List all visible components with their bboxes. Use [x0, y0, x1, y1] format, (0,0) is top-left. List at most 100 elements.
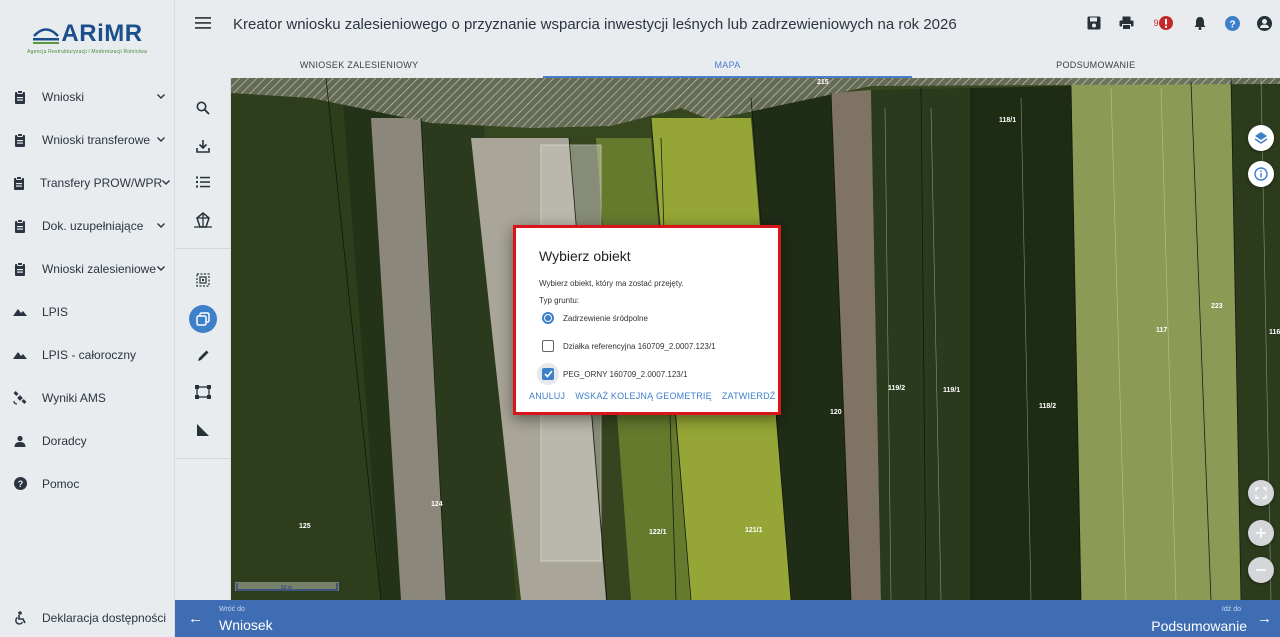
- option-label: Zadrzewienie śródpolne: [563, 313, 648, 323]
- map-toolbar: [175, 78, 231, 600]
- info-button[interactable]: [1248, 161, 1274, 187]
- arimr-logo[interactable]: ARiMR Agencja Restrukturyzacji i Moderni…: [0, 0, 174, 75]
- sidebar-item-label: LPIS - całoroczny: [42, 347, 137, 362]
- mountain-icon: [13, 348, 27, 362]
- clipboard-icon: [13, 218, 27, 233]
- wizard-navigation-bar: ← Wróć do Wniosek Idź do Podsumowanie →: [175, 600, 1280, 637]
- parcel-icon[interactable]: [193, 210, 213, 230]
- sidebar-item-dok-uzupelniajace[interactable]: Dok. uzupełniające: [0, 204, 174, 247]
- top-header: Kreator wniosku zalesieniowego o przyzna…: [175, 0, 1280, 52]
- parcel-label: 118/1: [999, 117, 1016, 124]
- option-zadrzewienie-srodpolne[interactable]: Zadrzewienie śródpolne: [542, 312, 648, 324]
- sidebar-item-label: Wyniki AMS: [42, 390, 106, 405]
- parcel-label: 119/2: [888, 385, 905, 392]
- bell-icon[interactable]: [1192, 15, 1208, 31]
- parcel-label: 125: [299, 523, 311, 530]
- chevron-down-icon: [156, 223, 166, 228]
- sidebar-item-wnioski-transferowe[interactable]: Wnioski transferowe: [0, 118, 174, 161]
- layers-button[interactable]: [1248, 125, 1274, 151]
- parcel-label: 119/1: [943, 387, 960, 394]
- parcel-label: 117: [1156, 327, 1167, 334]
- sidebar-item-label: Dok. uzupełniające: [42, 218, 144, 233]
- toolbar-divider: [175, 248, 231, 249]
- tab-podsumowanie[interactable]: PODSUMOWANIE: [912, 52, 1280, 78]
- select-area-icon[interactable]: [193, 270, 213, 290]
- accessibility-label: Deklaracja dostępności: [42, 611, 167, 625]
- person-icon: [13, 434, 27, 448]
- pencil-icon[interactable]: [193, 346, 213, 366]
- list-icon[interactable]: [193, 172, 213, 192]
- plus-icon: [1256, 528, 1266, 538]
- chevron-down-icon: [156, 94, 166, 99]
- arrow-left-icon[interactable]: ←: [188, 610, 203, 627]
- fullscreen-button[interactable]: [1248, 480, 1274, 506]
- chevron-down-icon: [156, 137, 166, 142]
- option-peg-orny[interactable]: PEG_ORNY 160709_2.0007.123/1: [537, 363, 688, 385]
- clipboard-icon: [13, 261, 27, 276]
- chevron-down-icon: [156, 266, 166, 271]
- user-account-icon[interactable]: [1256, 15, 1272, 31]
- alerts-indicator[interactable]: 9: [1150, 15, 1176, 31]
- sidebar-item-lpis-caloroczny[interactable]: LPIS - całoroczny: [0, 333, 174, 376]
- cancel-button[interactable]: ANULUJ: [529, 391, 565, 401]
- minus-icon: [1256, 569, 1266, 571]
- svg-text:?: ?: [1229, 19, 1235, 30]
- radio-button-checked[interactable]: [542, 312, 554, 324]
- arrow-right-icon[interactable]: →: [1257, 610, 1272, 627]
- option-dzialka-referencyjna[interactable]: Działka referencyjna 160709_2.0007.123/1: [542, 340, 716, 352]
- sidebar-item-transfery[interactable]: Transfery PROW/WPR: [0, 161, 174, 204]
- help-icon[interactable]: ?: [1224, 15, 1240, 31]
- back-button[interactable]: Wniosek: [219, 617, 273, 633]
- download-icon[interactable]: [193, 136, 213, 156]
- sidebar-item-lpis[interactable]: LPIS: [0, 290, 174, 333]
- sidebar-item-label: Wnioski zalesieniowe: [41, 261, 157, 276]
- sidebar-item-label: Wnioski transferowe: [42, 132, 151, 147]
- save-icon[interactable]: [1086, 15, 1102, 31]
- back-caption: Wróć do: [219, 606, 245, 613]
- scale-label: 50 m: [281, 585, 292, 591]
- toolbar-divider: [175, 458, 231, 459]
- search-icon[interactable]: [193, 98, 213, 118]
- print-icon[interactable]: [1118, 15, 1134, 31]
- confirm-button[interactable]: ZATWIERDŹ: [722, 391, 776, 401]
- sidebar-item-wnioski[interactable]: Wnioski: [0, 75, 174, 118]
- parcel-label: 116: [1269, 329, 1280, 336]
- logo-subtitle: Agencja Restrukturyzacji i Modernizacji …: [27, 49, 147, 55]
- zoom-in-button[interactable]: [1248, 520, 1274, 546]
- dialog-actions: ANULUJ WSKAŻ KOLEJNĄ GEOMETRIĘ ZATWIERDŹ: [529, 391, 775, 401]
- measure-angle-icon[interactable]: [193, 420, 213, 440]
- option-label: Działka referencyjna 160709_2.0007.123/1: [563, 341, 716, 351]
- clipboard-icon: [13, 175, 25, 190]
- sidebar-item-wyniki-ams[interactable]: Wyniki AMS: [0, 376, 174, 419]
- zoom-out-button[interactable]: [1248, 557, 1274, 583]
- checkbox-checked[interactable]: [542, 368, 554, 380]
- page-title: Kreator wniosku zalesieniowego o przyzna…: [233, 16, 957, 33]
- rectangle-draw-icon[interactable]: [193, 382, 213, 402]
- sidebar-item-label: Pomoc: [42, 476, 80, 491]
- option-label: PEG_ORNY 160709_2.0007.123/1: [563, 369, 688, 379]
- info-icon: [1254, 167, 1268, 181]
- accessibility-declaration-link[interactable]: Deklaracja dostępności: [0, 599, 175, 637]
- chevron-down-icon: [162, 180, 171, 185]
- dialog-description: Wybierz obiekt, który ma zostać przejęty…: [539, 279, 684, 288]
- parcel-label: 118/2: [1039, 403, 1056, 410]
- sidebar-item-wnioski-zalesieniowe[interactable]: Wnioski zalesieniowe: [0, 247, 174, 290]
- sidebar-item-label: Wnioski: [42, 89, 85, 104]
- copy-object-icon[interactable]: [189, 305, 217, 333]
- mountain-icon: [13, 305, 27, 319]
- dialog-title: Wybierz obiekt: [539, 248, 631, 264]
- sidebar-item-doradcy[interactable]: Doradcy: [0, 419, 174, 462]
- logo-name: ARiMR: [61, 20, 143, 47]
- next-geometry-button[interactable]: WSKAŻ KOLEJNĄ GEOMETRIĘ: [575, 391, 712, 401]
- tab-wniosek-zalesieniowy[interactable]: WNIOSEK ZALESIENIOWY: [175, 52, 543, 78]
- parcel-label: 122/1: [649, 529, 667, 536]
- sidebar-item-pomoc[interactable]: ? Pomoc: [0, 462, 174, 505]
- tab-mapa[interactable]: MAPA: [543, 52, 912, 78]
- clipboard-icon: [13, 132, 27, 147]
- logo-emblem-icon: [33, 28, 60, 44]
- hamburger-menu-icon[interactable]: [195, 16, 211, 30]
- accessibility-icon: [13, 611, 27, 625]
- next-button[interactable]: Podsumowanie: [1151, 618, 1247, 634]
- parcel-label: 215: [817, 79, 829, 86]
- checkbox-unchecked[interactable]: [542, 340, 554, 352]
